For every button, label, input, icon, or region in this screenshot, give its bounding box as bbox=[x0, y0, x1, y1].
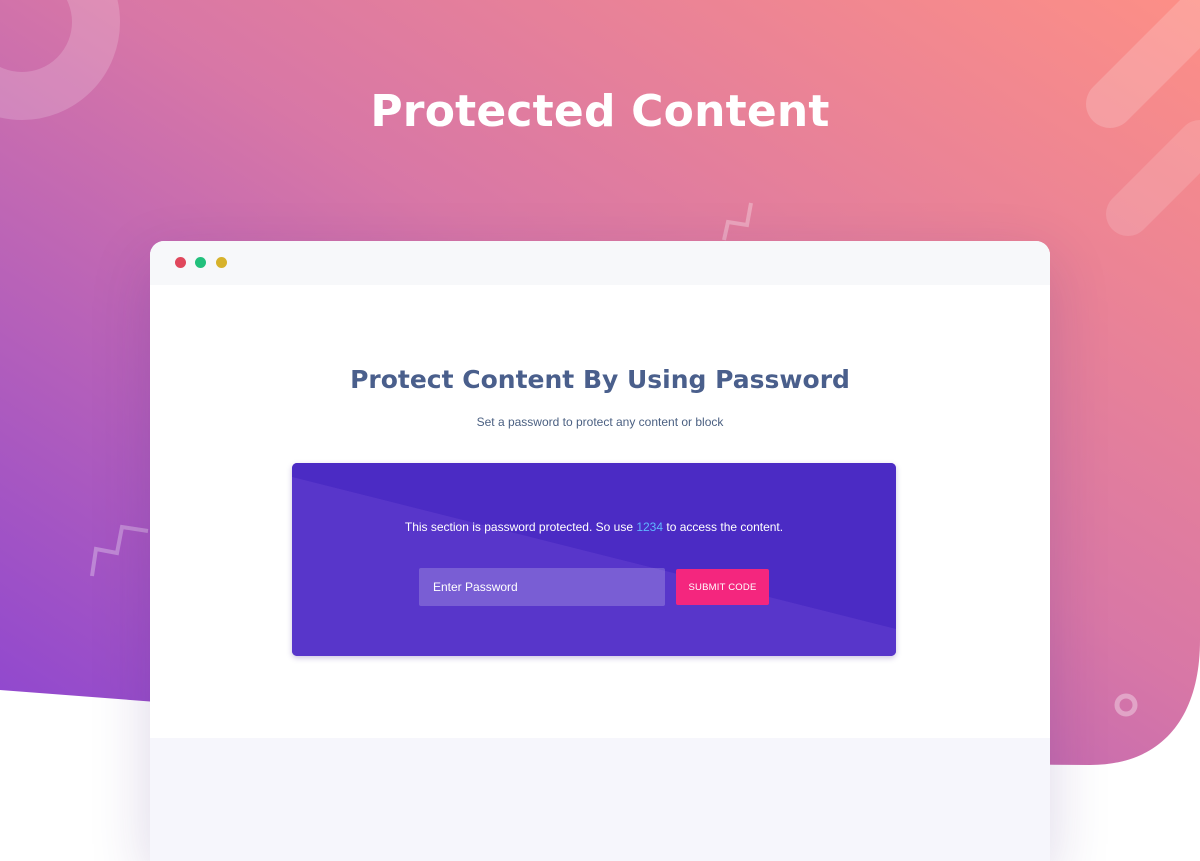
password-input[interactable] bbox=[419, 568, 665, 606]
page-subtitle: Set a password to protect any content or… bbox=[476, 415, 724, 429]
submit-code-button[interactable]: SUBMIT CODE bbox=[676, 569, 769, 605]
close-dot-icon[interactable] bbox=[175, 257, 186, 268]
browser-footer-area bbox=[150, 738, 1050, 861]
browser-window: Protect Content By Using Password Set a … bbox=[150, 241, 1050, 861]
minimize-dot-icon[interactable] bbox=[216, 257, 227, 268]
browser-title-bar bbox=[150, 241, 1050, 285]
page-title: Protect Content By Using Password bbox=[350, 365, 850, 394]
protect-message-start: This section is password protected. So u… bbox=[404, 520, 637, 534]
password-protect-box: This section is password protected. So u… bbox=[292, 463, 896, 656]
protect-message-end: to access the content. bbox=[663, 520, 784, 534]
access-code: 1234 bbox=[636, 520, 664, 534]
box-diagonal-shade bbox=[292, 463, 896, 656]
hero-title: Protected Content bbox=[370, 86, 830, 137]
maximize-dot-icon[interactable] bbox=[195, 257, 206, 268]
protect-message: This section is password protected. So u… bbox=[292, 520, 896, 534]
browser-content: Protect Content By Using Password Set a … bbox=[150, 285, 1050, 737]
